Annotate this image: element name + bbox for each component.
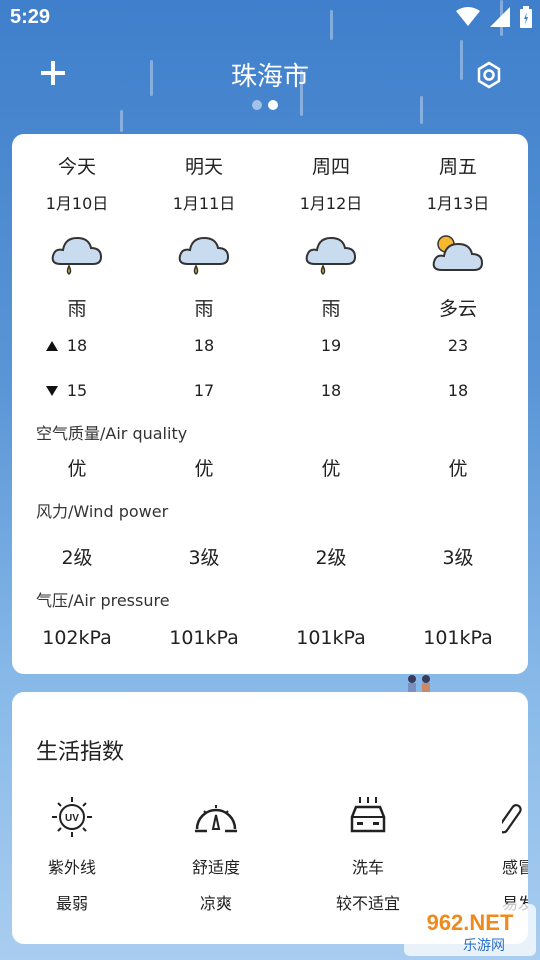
rain-cloud-icon xyxy=(268,230,394,280)
wind-power-value: 2级 xyxy=(61,547,93,569)
partly-cloudy-icon xyxy=(395,230,521,280)
air-pressure-value: 101kPa xyxy=(423,627,493,649)
life-item-car-wash[interactable]: 洗车 较不适宜 xyxy=(308,792,428,914)
forecast-condition: 多云 xyxy=(438,298,477,320)
life-item-uv[interactable]: UV 紫外线 最弱 xyxy=(12,792,132,914)
life-item-name: 感冒 xyxy=(502,858,528,877)
thermometer-icon xyxy=(502,792,528,842)
signal-icon xyxy=(490,7,510,27)
forecast-low: 18 xyxy=(320,381,342,400)
wind-power-label: 风力/Wind power xyxy=(36,502,169,521)
air-quality-label: 空气质量/Air quality xyxy=(36,424,188,443)
person-illustration xyxy=(408,675,430,694)
forecast-day: 周四 xyxy=(311,156,350,178)
uv-icon: UV xyxy=(12,792,132,842)
forecast-card: 今天 明天 周四 周五 1月10日 1月11日 1月12日 1月13日 雨 雨 … xyxy=(12,134,528,674)
wind-power-value: 3级 xyxy=(442,547,474,569)
forecast-day: 周五 xyxy=(438,156,477,178)
forecast-high: 18 xyxy=(193,336,215,355)
settings-button[interactable] xyxy=(474,60,504,90)
air-pressure-value: 101kPa xyxy=(296,627,366,649)
wifi-icon xyxy=(456,7,480,26)
air-quality-value: 优 xyxy=(448,458,468,480)
life-item-name: 紫外线 xyxy=(47,858,96,877)
life-item-cold[interactable]: 感冒 易发 xyxy=(460,792,528,914)
wind-power-value: 3级 xyxy=(188,547,220,569)
forecast-high: 18 xyxy=(66,336,88,355)
watermark-logo: 962.NET 乐游网 xyxy=(404,904,536,956)
battery-icon xyxy=(520,6,532,28)
air-quality-value: 优 xyxy=(321,458,341,480)
forecast-condition: 雨 xyxy=(194,298,214,320)
svg-text:UV: UV xyxy=(65,813,79,824)
forecast-date: 1月13日 xyxy=(426,194,490,213)
forecast-high: 19 xyxy=(320,336,342,355)
life-item-comfort[interactable]: 舒适度 凉爽 xyxy=(156,792,276,914)
air-pressure-value: 101kPa xyxy=(169,627,239,649)
forecast-high: 23 xyxy=(447,336,469,355)
air-quality-value: 优 xyxy=(67,458,87,480)
city-title: 珠海市 xyxy=(230,62,309,92)
status-time: 5:29 xyxy=(10,6,51,28)
life-index-title: 生活指数 xyxy=(36,740,125,765)
life-item-value: 凉爽 xyxy=(199,894,232,913)
forecast-condition: 雨 xyxy=(67,298,87,320)
car-wash-icon xyxy=(308,792,428,842)
wind-power-value: 2级 xyxy=(315,547,347,569)
life-item-name: 舒适度 xyxy=(191,858,240,877)
forecast-date: 1月11日 xyxy=(172,194,236,213)
forecast-date: 1月12日 xyxy=(299,194,363,213)
forecast-day: 明天 xyxy=(184,156,223,178)
life-item-value: 最弱 xyxy=(55,894,88,913)
rain-cloud-icon xyxy=(14,230,140,280)
rain-cloud-icon xyxy=(141,230,267,280)
page-dot[interactable] xyxy=(252,100,262,110)
page-indicator xyxy=(252,100,278,110)
gauge-icon xyxy=(156,792,276,842)
watermark-text: 962.NET xyxy=(427,910,514,935)
watermark-subtext: 乐游网 xyxy=(463,938,505,954)
forecast-low: 17 xyxy=(193,381,215,400)
forecast-low: 18 xyxy=(447,381,469,400)
forecast-condition: 雨 xyxy=(321,298,341,320)
page-dot-active[interactable] xyxy=(268,100,278,110)
forecast-day: 今天 xyxy=(57,156,96,178)
app-header: 珠海市 xyxy=(0,50,540,100)
gear-icon xyxy=(477,61,501,89)
air-quality-value: 优 xyxy=(194,458,214,480)
air-pressure-value: 102kPa xyxy=(42,627,112,649)
life-item-name: 洗车 xyxy=(351,858,384,877)
status-bar: 5:29 xyxy=(0,0,540,36)
forecast-low: 15 xyxy=(66,381,88,400)
forecast-date: 1月10日 xyxy=(45,194,109,213)
air-pressure-label: 气压/Air pressure xyxy=(36,591,170,610)
